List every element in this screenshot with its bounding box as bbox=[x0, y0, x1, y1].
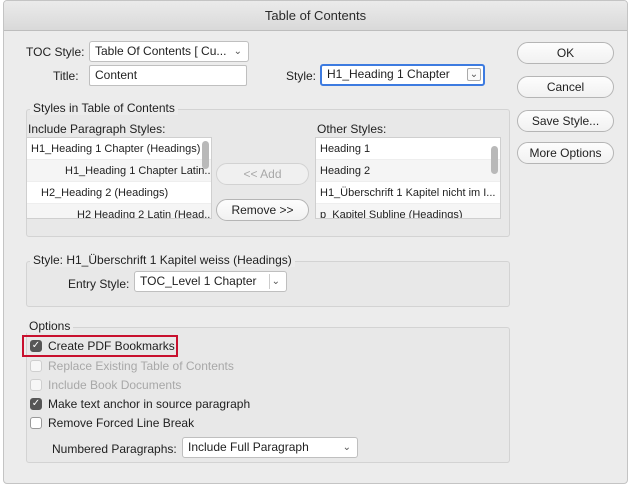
list-item[interactable]: p_Kapitel Subline (Headings) bbox=[316, 204, 500, 218]
list-item[interactable]: Heading 2 bbox=[316, 160, 500, 182]
make-anchor-label: Make text anchor in source paragraph bbox=[48, 397, 251, 411]
more-options-button[interactable]: More Options bbox=[517, 142, 614, 164]
remove-forced-label: Remove Forced Line Break bbox=[48, 416, 195, 430]
options-group-legend: Options bbox=[26, 319, 74, 333]
scrollbar-thumb[interactable] bbox=[202, 141, 209, 169]
remove-button[interactable]: Remove >> bbox=[216, 199, 309, 221]
style-value: H1_Heading 1 Chapter bbox=[327, 67, 450, 81]
other-styles-list[interactable]: Heading 1 Heading 2 H1_Überschrift 1 Kap… bbox=[315, 137, 501, 219]
list-item[interactable]: H2_Heading 2 (Headings) bbox=[27, 182, 211, 204]
include-book-label: Include Book Documents bbox=[48, 378, 182, 392]
toc-style-value: Table Of Contents [ Cu... bbox=[95, 44, 227, 58]
style-label: Style: bbox=[286, 69, 317, 83]
cancel-button[interactable]: Cancel bbox=[517, 76, 614, 98]
toc-dialog: Table of Contents TOC Style: Table Of Co… bbox=[3, 0, 628, 484]
ok-button[interactable]: OK bbox=[517, 42, 614, 64]
chevron-down-icon: ⌄ bbox=[342, 442, 351, 453]
remove-forced-checkbox[interactable] bbox=[30, 417, 42, 429]
list-item[interactable]: H1_Heading 1 Chapter Latin... bbox=[27, 160, 211, 182]
list-item[interactable]: Heading 1 bbox=[316, 138, 500, 160]
list-item[interactable]: H1_Überschrift 1 Kapitel nicht im I... bbox=[316, 182, 500, 204]
other-styles-label: Other Styles: bbox=[317, 122, 387, 136]
chevron-down-icon: ⌄ bbox=[233, 46, 242, 57]
styles-group-legend: Styles in Table of Contents bbox=[30, 101, 178, 115]
chevron-down-icon: ⌄ bbox=[271, 276, 280, 287]
create-pdf-bookmarks-label: Create PDF Bookmarks bbox=[48, 339, 175, 353]
add-button[interactable]: << Add bbox=[216, 163, 309, 185]
style-group-legend: Style: H1_Überschrift 1 Kapitel weiss (H… bbox=[30, 253, 295, 267]
list-item[interactable]: H2 Heading 2 Latin (Head... bbox=[27, 204, 211, 218]
title-input[interactable]: Content bbox=[89, 65, 247, 86]
create-pdf-bookmarks-checkbox[interactable]: ✓ bbox=[30, 340, 42, 352]
entry-style-select[interactable]: TOC_Level 1 Chapter ⌄ bbox=[134, 271, 287, 292]
style-select[interactable]: H1_Heading 1 Chapter ⌄ bbox=[320, 64, 485, 86]
save-style-button[interactable]: Save Style... bbox=[517, 110, 614, 132]
numbered-paragraphs-label: Numbered Paragraphs: bbox=[52, 442, 177, 456]
list-item[interactable]: H1_Heading 1 Chapter (Headings) bbox=[27, 138, 211, 160]
replace-existing-label: Replace Existing Table of Contents bbox=[48, 359, 234, 373]
entry-style-value: TOC_Level 1 Chapter bbox=[140, 274, 257, 288]
include-book-checkbox[interactable] bbox=[30, 379, 42, 391]
window-title: Table of Contents bbox=[4, 1, 627, 31]
chevron-down-icon: ⌄ bbox=[467, 68, 481, 81]
replace-existing-checkbox[interactable] bbox=[30, 360, 42, 372]
scrollbar-thumb[interactable] bbox=[491, 146, 498, 174]
numbered-paragraphs-select[interactable]: Include Full Paragraph ⌄ bbox=[182, 437, 358, 458]
include-styles-list[interactable]: H1_Heading 1 Chapter (Headings) H1_Headi… bbox=[26, 137, 212, 219]
numbered-paragraphs-value: Include Full Paragraph bbox=[188, 440, 309, 454]
toc-style-label: TOC Style: bbox=[26, 45, 85, 59]
include-styles-label: Include Paragraph Styles: bbox=[28, 122, 166, 136]
make-anchor-checkbox[interactable]: ✓ bbox=[30, 398, 42, 410]
title-label: Title: bbox=[53, 69, 79, 83]
toc-style-select[interactable]: Table Of Contents [ Cu... ⌄ bbox=[89, 41, 249, 62]
entry-style-label: Entry Style: bbox=[68, 277, 130, 291]
